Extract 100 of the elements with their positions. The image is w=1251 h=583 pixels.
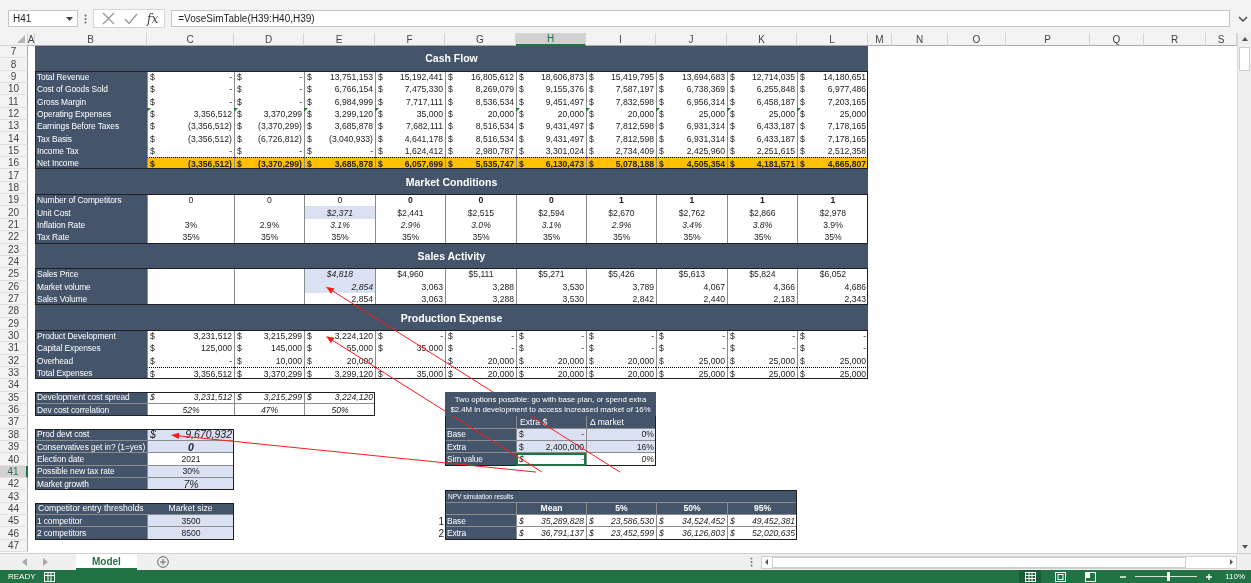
table-cell: $ - — [147, 83, 234, 96]
table-cell: $ 49,452,381 — [727, 515, 797, 528]
row-header[interactable]: 19 — [0, 194, 28, 207]
row-header[interactable]: 45 — [0, 515, 28, 528]
table-cell: 0% — [586, 453, 656, 466]
table-cell: $ 8,516,534 — [445, 120, 516, 133]
row-header[interactable]: 11 — [0, 95, 28, 108]
row-header[interactable]: 39 — [0, 441, 28, 454]
sheet-tab[interactable]: Model — [76, 554, 137, 570]
column-header[interactable]: D — [234, 33, 304, 46]
formula-field[interactable]: =VoseSimTable(H39:H40,H39) — [171, 10, 1230, 27]
row-header[interactable]: 7 — [0, 46, 28, 59]
column-header[interactable]: S — [1206, 33, 1237, 46]
row-header[interactable]: 22 — [0, 231, 28, 244]
table-cell: $ 6,458,187 — [727, 95, 797, 108]
row-label: Development cost spread — [35, 391, 147, 404]
check-icon[interactable] — [124, 12, 138, 25]
column-header[interactable]: K — [727, 33, 797, 46]
next-sheet-icon[interactable] — [42, 558, 48, 566]
column-header[interactable]: B — [35, 33, 147, 46]
column-header[interactable]: C — [147, 33, 234, 46]
table-cell: $ 34,524,452 — [656, 515, 727, 528]
table-cell: $ 4,665,807 — [797, 157, 868, 170]
table-cell: 3500 — [147, 515, 234, 528]
zoom-level[interactable]: 110% — [1225, 572, 1245, 581]
column-header: Market size — [147, 502, 234, 516]
table-cell: $ 23,586,530 — [586, 515, 656, 528]
index-label: 1 — [437, 515, 445, 528]
row-header[interactable]: 37 — [0, 416, 28, 429]
row-header[interactable]: 16 — [0, 157, 28, 170]
column-header[interactable]: F — [375, 33, 445, 46]
column-header[interactable]: M — [868, 33, 892, 46]
vertical-scrollbar[interactable] — [1237, 33, 1251, 553]
table-cell: $ 5,535,747 — [445, 157, 516, 170]
row-label: Tax Basis — [35, 132, 147, 145]
row-label: Sim value — [445, 453, 516, 466]
table-cell: $ 6,433,187 — [727, 132, 797, 145]
table-cell: $ - — [656, 342, 727, 355]
column-header[interactable]: L — [797, 33, 868, 46]
scrollbar-thumb[interactable] — [1239, 47, 1250, 71]
column-header[interactable]: Q — [1090, 33, 1144, 46]
table-cell: $ - — [797, 342, 868, 355]
row-header[interactable]: 31 — [0, 342, 28, 355]
horizontal-scrollbar[interactable] — [761, 555, 1237, 569]
section-header: Market Conditions — [35, 169, 868, 195]
column-header[interactable]: G — [445, 33, 516, 46]
cancel-icon[interactable] — [102, 12, 115, 25]
table-cell: $ (3,370,299) — [234, 157, 304, 170]
table-cell: $ 36,126,803 — [656, 527, 727, 540]
row-header[interactable]: 28 — [0, 305, 28, 318]
table-cell: $ (6,726,812) — [234, 132, 304, 145]
column-header[interactable]: I — [586, 33, 656, 46]
table-cell: $ 3,215,299 — [234, 391, 304, 404]
column-header[interactable]: J — [656, 33, 727, 46]
column-header[interactable]: N — [892, 33, 948, 46]
row-label: Base — [445, 515, 516, 528]
row-label: Gross Margin — [35, 95, 147, 108]
table-cell: $ 6,984,999 — [304, 95, 375, 108]
row-header[interactable]: 20 — [0, 206, 28, 219]
column-header[interactable]: E — [304, 33, 375, 46]
name-box[interactable]: H41 — [8, 10, 78, 27]
row-header[interactable]: 43 — [0, 490, 28, 503]
more-icon[interactable] — [84, 13, 87, 24]
table-cell: $ 8,516,534 — [445, 132, 516, 145]
status-text: READY — [8, 572, 36, 581]
column-header[interactable]: H — [516, 33, 586, 46]
row-header[interactable]: 40 — [0, 453, 28, 466]
previous-sheet-icon[interactable] — [22, 558, 28, 566]
scrollbar-thumb[interactable] — [772, 556, 1186, 568]
row-header[interactable]: 8 — [0, 58, 28, 71]
table-cell: $ 7,812,598 — [586, 120, 656, 133]
row-header[interactable]: 13 — [0, 120, 28, 133]
row-label: Tax Rate — [35, 231, 147, 244]
row-header[interactable]: 42 — [0, 478, 28, 491]
column-header[interactable]: P — [1006, 33, 1090, 46]
row-label: 2 competitors — [35, 527, 147, 540]
more-icon[interactable] — [750, 557, 753, 567]
table-cell: $ 36,791,137 — [516, 527, 586, 540]
row-header[interactable]: 46 — [0, 527, 28, 540]
table-cell: $ (3,040,933) — [304, 132, 375, 145]
table-cell: $ 3,685,878 — [304, 120, 375, 133]
row-header[interactable]: 17 — [0, 169, 28, 182]
table-cell: $ 6,931,314 — [656, 132, 727, 145]
insert-function-button[interactable]: fx — [147, 11, 159, 26]
row-label: Net Income — [35, 157, 147, 170]
expand-icon[interactable] — [1238, 15, 1248, 22]
table-cell: $ 7,832,598 — [586, 95, 656, 108]
column-header[interactable]: R — [1144, 33, 1206, 46]
column-header[interactable]: O — [948, 33, 1006, 46]
table-cell: $ 145,000 — [234, 342, 304, 355]
zoom-in-icon[interactable] — [1205, 572, 1214, 581]
table-cell: $ 6,977,486 — [797, 83, 868, 96]
row-label: Unit Cost — [35, 206, 147, 219]
row-header[interactable]: 14 — [0, 132, 28, 145]
row-header[interactable]: 10 — [0, 83, 28, 96]
row-header[interactable]: 25 — [0, 268, 28, 281]
normal-view-button[interactable] — [1019, 570, 1042, 583]
row-header[interactable]: 34 — [0, 379, 28, 392]
add-sheet-icon[interactable] — [156, 556, 169, 568]
zoom-slider-thumb[interactable] — [1167, 572, 1171, 581]
